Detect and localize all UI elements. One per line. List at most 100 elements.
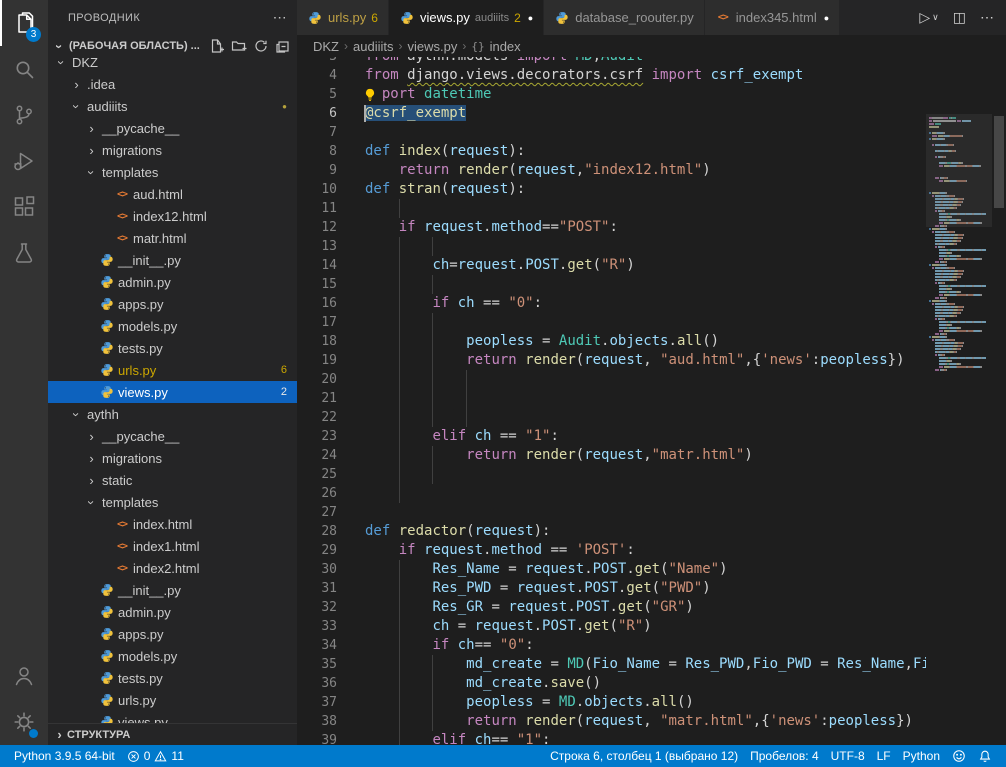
code-line-11[interactable]: 11 — [297, 199, 1006, 218]
code-line-38[interactable]: 38 return render(request, "matr.html",{'… — [297, 712, 1006, 731]
tree-file-views.py[interactable]: views.py2 — [48, 381, 297, 403]
eol-status[interactable]: LF — [871, 745, 897, 767]
tree-file-index12.html[interactable]: <>index12.html — [48, 205, 297, 227]
code-line-25[interactable]: 25 — [297, 465, 1006, 484]
tree-folder-migrations[interactable]: ›migrations — [48, 139, 297, 161]
refresh-icon[interactable] — [253, 38, 269, 54]
tree-folder-DKZ[interactable]: ›DKZ — [48, 57, 297, 73]
code-line-35[interactable]: 35 md_create = MD(Fio_Name = Res_PWD,Fio… — [297, 655, 1006, 674]
code-line-23[interactable]: 23 elif ch == "1": — [297, 427, 1006, 446]
run-python-file-button[interactable]: ▷∨ — [919, 9, 938, 26]
indentation-status[interactable]: Пробелов: 4 — [744, 745, 825, 767]
breadcrumb-item-file[interactable]: views.py — [407, 39, 457, 54]
code-line-7[interactable]: 7 — [297, 123, 1006, 142]
tree-file-views.py[interactable]: views.py — [48, 711, 297, 723]
scrollbar[interactable] — [992, 114, 1006, 723]
tree-file-tests.py[interactable]: tests.py — [48, 337, 297, 359]
code-line-28[interactable]: 28def redactor(request): — [297, 522, 1006, 541]
tree-file-models.py[interactable]: models.py — [48, 645, 297, 667]
code-line-14[interactable]: 14 ch=request.POST.get("R") — [297, 256, 1006, 275]
code-line-31[interactable]: 31 Res_PWD = request.POST.get("PWD") — [297, 579, 1006, 598]
tree-folder-static[interactable]: ›static — [48, 469, 297, 491]
run-debug-view-icon[interactable] — [0, 138, 48, 184]
code-line-36[interactable]: 36 md_create.save() — [297, 674, 1006, 693]
feedback-smiley-icon[interactable] — [946, 745, 972, 767]
tree-folder-templates[interactable]: ›templates — [48, 161, 297, 183]
code-line-37[interactable]: 37 peopless = MD.objects.all() — [297, 693, 1006, 712]
extensions-view-icon[interactable] — [0, 184, 48, 230]
source-control-view-icon[interactable] — [0, 92, 48, 138]
tree-folder-aythh[interactable]: ›aythh — [48, 403, 297, 425]
lightbulb-icon[interactable] — [363, 87, 383, 103]
explorer-view-icon[interactable]: 3 — [0, 0, 48, 46]
new-folder-icon[interactable] — [231, 38, 247, 54]
tree-file-admin.py[interactable]: admin.py — [48, 271, 297, 293]
run-dropdown-caret-icon[interactable]: ∨ — [932, 12, 939, 23]
workspace-section-header[interactable]: › (РАБОЧАЯ ОБЛАСТЬ) ... — [48, 35, 297, 57]
breadcrumb-item-folder[interactable]: audiiits — [353, 39, 393, 54]
more-actions-icon[interactable]: ⋯ — [273, 9, 287, 26]
code-line-18[interactable]: 18 peopless = Audit.objects.all() — [297, 332, 1006, 351]
outline-section-header[interactable]: › СТРУКТУРА — [48, 723, 297, 745]
tree-file-urls.py[interactable]: urls.py6 — [48, 359, 297, 381]
cursor-position-status[interactable]: Строка 6, столбец 1 (выбрано 12) — [544, 745, 744, 767]
code-line-9[interactable]: 9 return render(request,"index12.html") — [297, 161, 1006, 180]
editor-more-actions-button[interactable]: ⋯ — [980, 9, 994, 26]
code-line-3[interactable]: 3from aythh.models import MD,Audit — [297, 57, 1006, 66]
tree-file-urls.py[interactable]: urls.py — [48, 689, 297, 711]
language-mode-status[interactable]: Python — [897, 745, 946, 767]
code-line-17[interactable]: 17 — [297, 313, 1006, 332]
problems-status[interactable]: 0 11 — [121, 745, 190, 767]
code-line-24[interactable]: 24 return render(request,"matr.html") — [297, 446, 1006, 465]
tree-folder-__pycache__[interactable]: ›__pycache__ — [48, 425, 297, 447]
tree-file-matr.html[interactable]: <>matr.html — [48, 227, 297, 249]
code-line-30[interactable]: 30 Res_Name = request.POST.get("Name") — [297, 560, 1006, 579]
tree-folder-migrations[interactable]: ›migrations — [48, 447, 297, 469]
breadcrumb-item-root[interactable]: DKZ — [313, 39, 339, 54]
code-line-19[interactable]: 19 return render(request, "aud.html",{'n… — [297, 351, 1006, 370]
tree-file-apps.py[interactable]: apps.py — [48, 293, 297, 315]
tab-database_roouter.py[interactable]: database_roouter.py — [544, 0, 705, 35]
tree-folder-__pycache__[interactable]: ›__pycache__ — [48, 117, 297, 139]
testing-view-icon[interactable] — [0, 230, 48, 276]
tree-file-index1.html[interactable]: <>index1.html — [48, 535, 297, 557]
tree-file-models.py[interactable]: models.py — [48, 315, 297, 337]
code-line-12[interactable]: 12 if request.method=="POST": — [297, 218, 1006, 237]
code-line-39[interactable]: 39 elif ch== "1": — [297, 731, 1006, 745]
tab-views.py[interactable]: views.pyaudiiits2● — [389, 0, 544, 35]
code-line-10[interactable]: 10def stran(request): — [297, 180, 1006, 199]
tree-file-apps.py[interactable]: apps.py — [48, 623, 297, 645]
tab-index345.html[interactable]: <>index345.html● — [705, 0, 840, 35]
tree-file-tests.py[interactable]: tests.py — [48, 667, 297, 689]
tree-folder-templates[interactable]: ›templates — [48, 491, 297, 513]
code-line-8[interactable]: 8def index(request): — [297, 142, 1006, 161]
tree-file-aud.html[interactable]: <>aud.html — [48, 183, 297, 205]
tab-urls.py[interactable]: urls.py6 — [297, 0, 389, 35]
notifications-bell-icon[interactable] — [972, 745, 998, 767]
python-interpreter-status[interactable]: Python 3.9.5 64-bit — [8, 745, 121, 767]
collapse-all-icon[interactable] — [275, 38, 291, 54]
code-line-22[interactable]: 22 — [297, 408, 1006, 427]
breadcrumb-item-symbol[interactable]: index — [490, 39, 521, 54]
tree-file-admin.py[interactable]: admin.py — [48, 601, 297, 623]
code-line-5[interactable]: 5import datetime — [297, 85, 1006, 104]
settings-gear-icon[interactable] — [0, 699, 48, 745]
tree-file-__init__.py[interactable]: __init__.py — [48, 579, 297, 601]
code-line-15[interactable]: 15 — [297, 275, 1006, 294]
code-line-34[interactable]: 34 if ch== "0": — [297, 636, 1006, 655]
code-line-33[interactable]: 33 ch = request.POST.get("R") — [297, 617, 1006, 636]
tree-folder-.idea[interactable]: ›.idea — [48, 73, 297, 95]
encoding-status[interactable]: UTF-8 — [825, 745, 871, 767]
tree-file-index2.html[interactable]: <>index2.html — [48, 557, 297, 579]
code-line-16[interactable]: 16 if ch == "0": — [297, 294, 1006, 313]
code-line-6[interactable]: 6@csrf_exempt — [297, 104, 1006, 123]
tree-file-__init__.py[interactable]: __init__.py — [48, 249, 297, 271]
minimap-slider[interactable] — [926, 114, 992, 227]
split-editor-button[interactable]: ◫ — [953, 9, 966, 26]
tree-folder-audiiits[interactable]: ›audiiits● — [48, 95, 297, 117]
code-line-20[interactable]: 20 — [297, 370, 1006, 389]
minimap[interactable] — [926, 114, 992, 723]
code-editor[interactable]: 3from aythh.models import MD,Audit4from … — [297, 57, 1006, 745]
account-icon[interactable] — [0, 653, 48, 699]
code-line-13[interactable]: 13 — [297, 237, 1006, 256]
